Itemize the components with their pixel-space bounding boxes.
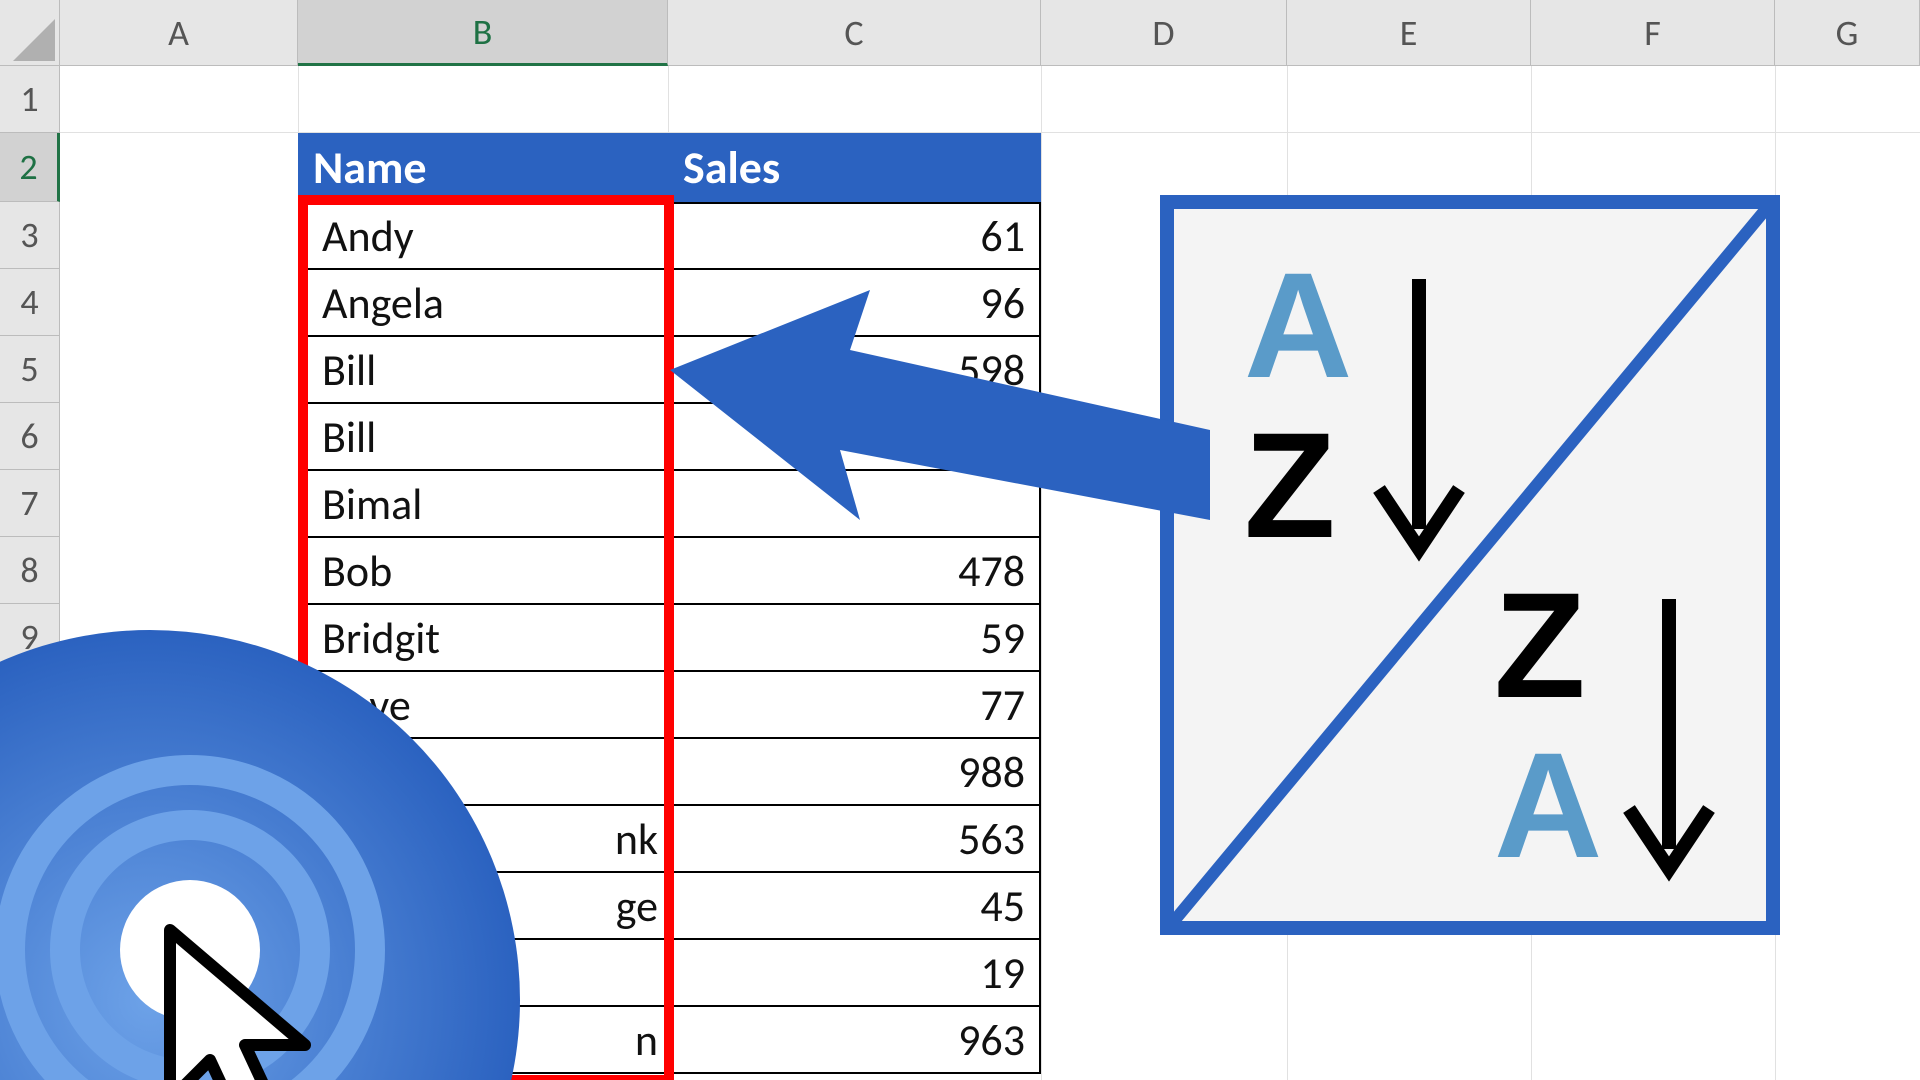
cell-sales[interactable]: 19 [668, 940, 1041, 1007]
column-header-D[interactable]: D [1041, 0, 1287, 66]
spreadsheet-viewport: A B C D E F G 1 2 3 4 5 6 7 8 9 Name Sal… [0, 0, 1920, 1080]
cell-sales[interactable]: 988 [668, 739, 1041, 806]
sort-arrow-down-icon [1614, 589, 1724, 889]
table-header-sales[interactable]: Sales [668, 133, 1041, 202]
column-header-A[interactable]: A [60, 0, 298, 66]
sort-letter-a-bottom: A [1494, 719, 1602, 892]
select-all-corner[interactable] [0, 0, 60, 66]
column-header-G[interactable]: G [1775, 0, 1920, 66]
cell-name[interactable]: Bill [308, 337, 668, 404]
sort-letter-z-top: Z [1244, 399, 1336, 572]
column-header-E[interactable]: E [1287, 0, 1531, 66]
cell-sales[interactable]: 59 [668, 605, 1041, 672]
table-header-name[interactable]: Name [298, 133, 668, 202]
row-header-6[interactable]: 6 [0, 403, 60, 470]
cell-name[interactable]: Angela [308, 270, 668, 337]
cell-name[interactable]: Bill [308, 404, 668, 471]
callout-arrow-icon [670, 290, 1210, 570]
gridline-v [1041, 66, 1042, 1080]
cell-sales[interactable]: 61 [668, 203, 1041, 270]
row-header-7[interactable]: 7 [0, 470, 60, 537]
sort-letter-a-top: A [1244, 239, 1352, 412]
row-header-2[interactable]: 2 [0, 133, 60, 202]
cell-sales[interactable]: 563 [668, 806, 1041, 873]
cell-sales[interactable]: 77 [668, 672, 1041, 739]
cell-name[interactable]: Andy [308, 203, 668, 270]
cell-name[interactable]: Bimal [308, 471, 668, 538]
cell-sales[interactable]: 963 [668, 1007, 1041, 1074]
row-header-3[interactable]: 3 [0, 202, 60, 269]
row-header-1[interactable]: 1 [0, 66, 60, 133]
brand-logo-icon [0, 620, 530, 1080]
cell-sales[interactable]: 45 [668, 873, 1041, 940]
cell-name[interactable]: Bob [308, 538, 668, 605]
row-header-4[interactable]: 4 [0, 269, 60, 336]
column-header-F[interactable]: F [1531, 0, 1775, 66]
row-header-8[interactable]: 8 [0, 537, 60, 604]
column-header-row: A B C D E F G [0, 0, 1920, 66]
sort-arrow-down-icon [1364, 269, 1474, 569]
column-header-B[interactable]: B [298, 0, 668, 66]
row-header-5[interactable]: 5 [0, 336, 60, 403]
sort-icon-panel: A Z Z A [1160, 195, 1780, 935]
column-header-C[interactable]: C [668, 0, 1041, 66]
sort-letter-z-bottom: Z [1494, 559, 1586, 732]
